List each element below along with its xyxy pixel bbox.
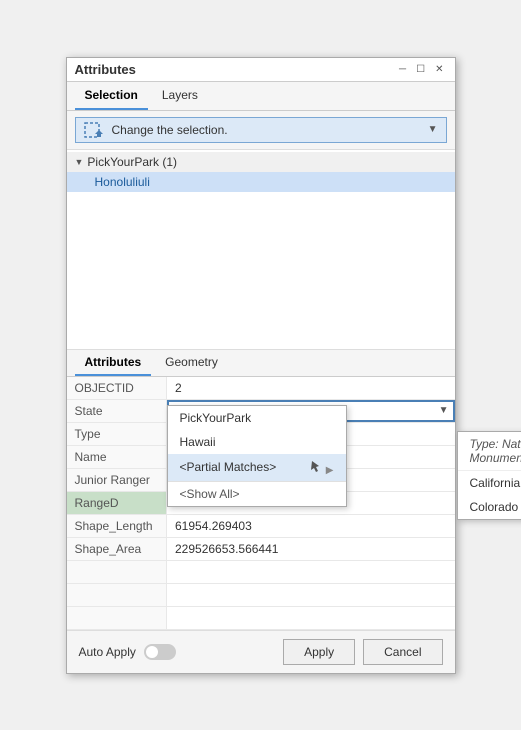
dropdown-item-partial-matches[interactable]: <Partial Matches> ▶ xyxy=(168,454,346,481)
table-row: OBJECTID 2 xyxy=(67,377,455,400)
attr-name-name: Name xyxy=(67,445,167,468)
table-row-empty xyxy=(67,606,455,629)
title-bar: Attributes ─ ☐ ✕ xyxy=(67,58,455,82)
dropdown-item-hawaii[interactable]: Hawaii xyxy=(168,430,346,454)
attr-name-shape-area: Shape_Area xyxy=(67,537,167,560)
table-row: Shape_Area 229526653.566441 xyxy=(67,537,455,560)
collapse-icon: ▼ xyxy=(75,157,84,167)
maximize-button[interactable]: ☐ xyxy=(413,64,428,75)
attr-value-shape-length: 61954.269403 xyxy=(167,514,455,537)
tab-geometry[interactable]: Geometry xyxy=(155,350,228,376)
bottom-tabs: Attributes Geometry xyxy=(67,350,455,377)
attr-name-junior-ranger: Junior Ranger xyxy=(67,468,167,491)
table-row: Shape_Length 61954.269403 xyxy=(67,514,455,537)
submenu-item-california[interactable]: California xyxy=(458,471,521,495)
close-button[interactable]: ✕ xyxy=(432,64,446,75)
dropdown-item-label: <Show All> xyxy=(180,487,240,501)
cancel-button[interactable]: Cancel xyxy=(363,639,442,665)
tree-parent[interactable]: ▼ PickYourPark (1) xyxy=(67,152,455,172)
apply-button[interactable]: Apply xyxy=(283,639,355,665)
tab-layers[interactable]: Layers xyxy=(152,82,208,110)
submenu-item-colorado[interactable]: Colorado xyxy=(458,495,521,519)
state-dropdown-arrow[interactable]: ▼ xyxy=(439,405,449,416)
attr-value-shape-area: 229526653.566441 xyxy=(167,537,455,560)
window-title: Attributes xyxy=(75,62,136,77)
dropdown-item-label: <Partial Matches> xyxy=(180,460,277,474)
auto-apply-section: Auto Apply xyxy=(79,644,176,660)
tree-group: ▼ PickYourPark (1) Honoluliuli xyxy=(67,150,455,194)
table-row-empty xyxy=(67,560,455,583)
attr-name-type: Type xyxy=(67,422,167,445)
window-controls: ─ ☐ ✕ xyxy=(396,64,446,75)
submenu-arrow-icon: ▶ xyxy=(309,459,333,476)
tree-section: ▼ PickYourPark (1) Honoluliuli xyxy=(67,150,455,350)
dropdown-item-pickyourpark[interactable]: PickYourPark xyxy=(168,406,346,430)
table-row-empty xyxy=(67,583,455,606)
state-dropdown-popup: PickYourPark Hawaii <Partial Matches> ▶ … xyxy=(167,405,347,507)
auto-apply-label: Auto Apply xyxy=(79,645,136,659)
attr-name-shape-length: Shape_Length xyxy=(67,514,167,537)
dropdown-arrow: ▼ xyxy=(428,124,438,135)
submenu-header: Type: National Monument xyxy=(458,432,521,471)
footer-buttons: Apply Cancel xyxy=(283,639,442,665)
attr-name-objectid: OBJECTID xyxy=(67,377,167,400)
dropdown-item-label: Hawaii xyxy=(180,435,216,449)
tab-attributes[interactable]: Attributes xyxy=(75,350,152,376)
attr-value-objectid: 2 xyxy=(167,377,455,400)
dropdown-label: Change the selection. xyxy=(112,123,420,137)
selection-icon xyxy=(84,122,104,138)
minimize-button[interactable]: ─ xyxy=(396,64,409,75)
tab-selection[interactable]: Selection xyxy=(75,82,148,110)
attr-name-state: State xyxy=(67,399,167,422)
attributes-window: Attributes ─ ☐ ✕ Selection Layers Change… xyxy=(66,57,456,674)
attr-name-ranged: RangeD xyxy=(67,491,167,514)
selection-dropdown[interactable]: Change the selection. ▼ xyxy=(75,117,447,143)
auto-apply-toggle[interactable] xyxy=(144,644,176,660)
top-tabs: Selection Layers xyxy=(67,82,455,111)
partial-matches-submenu: Type: National Monument California Color… xyxy=(457,431,521,520)
footer: Auto Apply Apply Cancel xyxy=(67,630,455,673)
toolbar: Change the selection. ▼ xyxy=(67,111,455,150)
attributes-area: OBJECTID 2 State ▼ Type xyxy=(67,377,455,630)
tree-child[interactable]: Honoluliuli xyxy=(67,172,455,192)
dropdown-item-label: PickYourPark xyxy=(180,411,252,425)
tree-parent-label: PickYourPark (1) xyxy=(87,155,177,169)
dropdown-item-show-all[interactable]: <Show All> xyxy=(168,481,346,506)
